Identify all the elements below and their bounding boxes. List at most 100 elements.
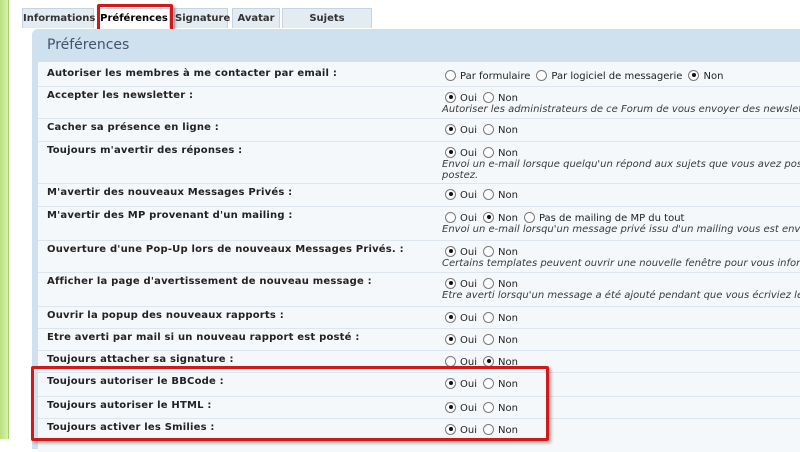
left-decorative-bar (0, 0, 9, 439)
preference-options: Oui Non (445, 310, 524, 324)
preference-label: M'avertir des nouveaux Messages Privés : (47, 187, 293, 198)
preference-label: Toujours m'avertir des réponses : (47, 145, 243, 156)
radio-option[interactable]: Par logiciel de messagerie (536, 69, 682, 82)
radio-option[interactable]: Par formulaire (445, 69, 530, 82)
preference-explanation: Autoriser les administrateurs de ce Foru… (442, 104, 800, 115)
tab-signature[interactable]: Signature (174, 8, 230, 28)
tab-avatar[interactable]: Avatar (232, 8, 280, 28)
preference-options: Oui Non (445, 145, 524, 159)
row-separator (38, 328, 800, 329)
radio-option[interactable]: Oui (445, 311, 477, 324)
panel-title: Préférences (47, 37, 130, 53)
radio-option-label: Non (498, 124, 518, 136)
radio-option[interactable]: Oui (445, 91, 477, 104)
preference-label: Cacher sa présence en ligne : (47, 122, 220, 133)
preference-label: Accepter les newsletter : (47, 90, 194, 101)
preference-label: M'avertir des MP provenant d'un mailing … (47, 210, 293, 221)
radio-option[interactable]: Non (688, 69, 723, 82)
preference-label: Autoriser les membres à me contacter par… (47, 68, 338, 79)
radio-checked[interactable] (445, 245, 456, 257)
radio-checked[interactable] (445, 91, 456, 103)
row-separator (38, 206, 800, 207)
preference-label: Etre averti par mail si un nouveau rappo… (47, 332, 360, 343)
radio-option-label: Par logiciel de messagerie (551, 70, 683, 82)
radio-option-label: Non (498, 189, 518, 201)
radio-checked[interactable] (483, 211, 494, 223)
radio-option[interactable]: Non (483, 245, 518, 258)
radio-option-label: Oui (460, 312, 477, 324)
radio-unchecked[interactable] (483, 333, 494, 345)
radio-option[interactable]: Oui (445, 245, 477, 258)
preference-options: Oui Non Pas de mailing de MP du tout (445, 210, 690, 224)
row-separator (38, 306, 800, 307)
preference-options: Par formulaire Par logiciel de messagerie… (445, 68, 729, 82)
radio-option-label: Non (498, 334, 518, 346)
radio-option[interactable]: Oui (445, 333, 477, 346)
preference-options: Oui Non (445, 276, 524, 290)
preference-explanation: Etre averti lorsqu'un message a été ajou… (442, 290, 800, 301)
row-separator (38, 86, 800, 87)
radio-unchecked[interactable] (445, 69, 456, 81)
row-separator (38, 183, 800, 184)
radio-checked[interactable] (445, 123, 456, 135)
radio-checked[interactable] (445, 188, 456, 200)
row-separator (38, 350, 800, 351)
preference-explanation-continued: postez. (442, 170, 479, 181)
radio-checked[interactable] (445, 333, 456, 345)
radio-unchecked[interactable] (483, 277, 494, 289)
preference-label: Ouverture d'une Pop-Up lors de nouveaux … (47, 244, 404, 255)
radio-option[interactable]: Non (483, 277, 518, 290)
tab-informations[interactable]: Informations (22, 8, 95, 28)
radio-option-label: Non (498, 246, 518, 258)
radio-checked[interactable] (445, 146, 456, 158)
radio-option-label: Oui (460, 334, 477, 346)
radio-option[interactable]: Oui (445, 188, 477, 201)
radio-unchecked[interactable] (483, 311, 494, 323)
radio-option[interactable]: Oui (445, 211, 477, 224)
preference-label: Afficher la page d'avertissement de nouv… (47, 276, 372, 287)
radio-unchecked[interactable] (445, 355, 456, 367)
preference-label: Toujours attacher sa signature : (47, 354, 234, 365)
radio-option-label: Non (703, 70, 724, 82)
radio-checked[interactable] (688, 69, 700, 81)
radio-option-label: Oui (460, 147, 477, 159)
preference-options: Oui Non (445, 244, 524, 258)
radio-option[interactable]: Non (483, 91, 518, 104)
radio-unchecked[interactable] (483, 245, 494, 257)
row-separator (38, 118, 800, 119)
tab-sujets-surveilles[interactable]: Sujets surveillés (282, 8, 372, 44)
radio-checked[interactable] (483, 355, 494, 367)
preference-options: Oui Non (445, 90, 524, 104)
preference-options: Oui Non (445, 122, 524, 136)
row-separator (38, 272, 800, 273)
radio-option[interactable]: Pas de mailing de MP du tout (523, 211, 685, 224)
radio-option-label: Non (498, 312, 518, 324)
radio-option[interactable]: Non (483, 211, 518, 224)
radio-option[interactable]: Non (483, 146, 518, 159)
radio-option-label: Non (498, 278, 518, 290)
radio-unchecked[interactable] (483, 188, 494, 200)
radio-checked[interactable] (445, 277, 456, 289)
radio-option-label: Non (498, 92, 518, 104)
radio-option[interactable]: Non (483, 311, 518, 324)
radio-unchecked[interactable] (445, 211, 456, 223)
radio-unchecked[interactable] (523, 211, 535, 223)
radio-unchecked[interactable] (483, 146, 494, 158)
radio-option-label: Pas de mailing de MP du tout (538, 212, 685, 224)
radio-option[interactable]: Non (483, 188, 518, 201)
radio-option[interactable]: Non (483, 333, 518, 346)
preference-explanation: Envoi un e-mail lorsqu'un message privé … (442, 224, 800, 235)
radio-unchecked[interactable] (483, 123, 494, 135)
radio-option[interactable]: Oui (445, 123, 477, 136)
radio-option-label: Oui (460, 246, 477, 258)
radio-checked[interactable] (445, 311, 456, 323)
radio-option[interactable]: Non (483, 123, 518, 136)
radio-option-label: Oui (460, 124, 477, 136)
preference-options: Oui Non (445, 332, 524, 346)
radio-option-label: Oui (460, 278, 477, 290)
radio-option-label: Non (498, 147, 518, 159)
radio-option[interactable]: Oui (445, 277, 477, 290)
radio-option[interactable]: Oui (445, 146, 477, 159)
radio-unchecked[interactable] (536, 69, 548, 81)
radio-unchecked[interactable] (483, 91, 494, 103)
